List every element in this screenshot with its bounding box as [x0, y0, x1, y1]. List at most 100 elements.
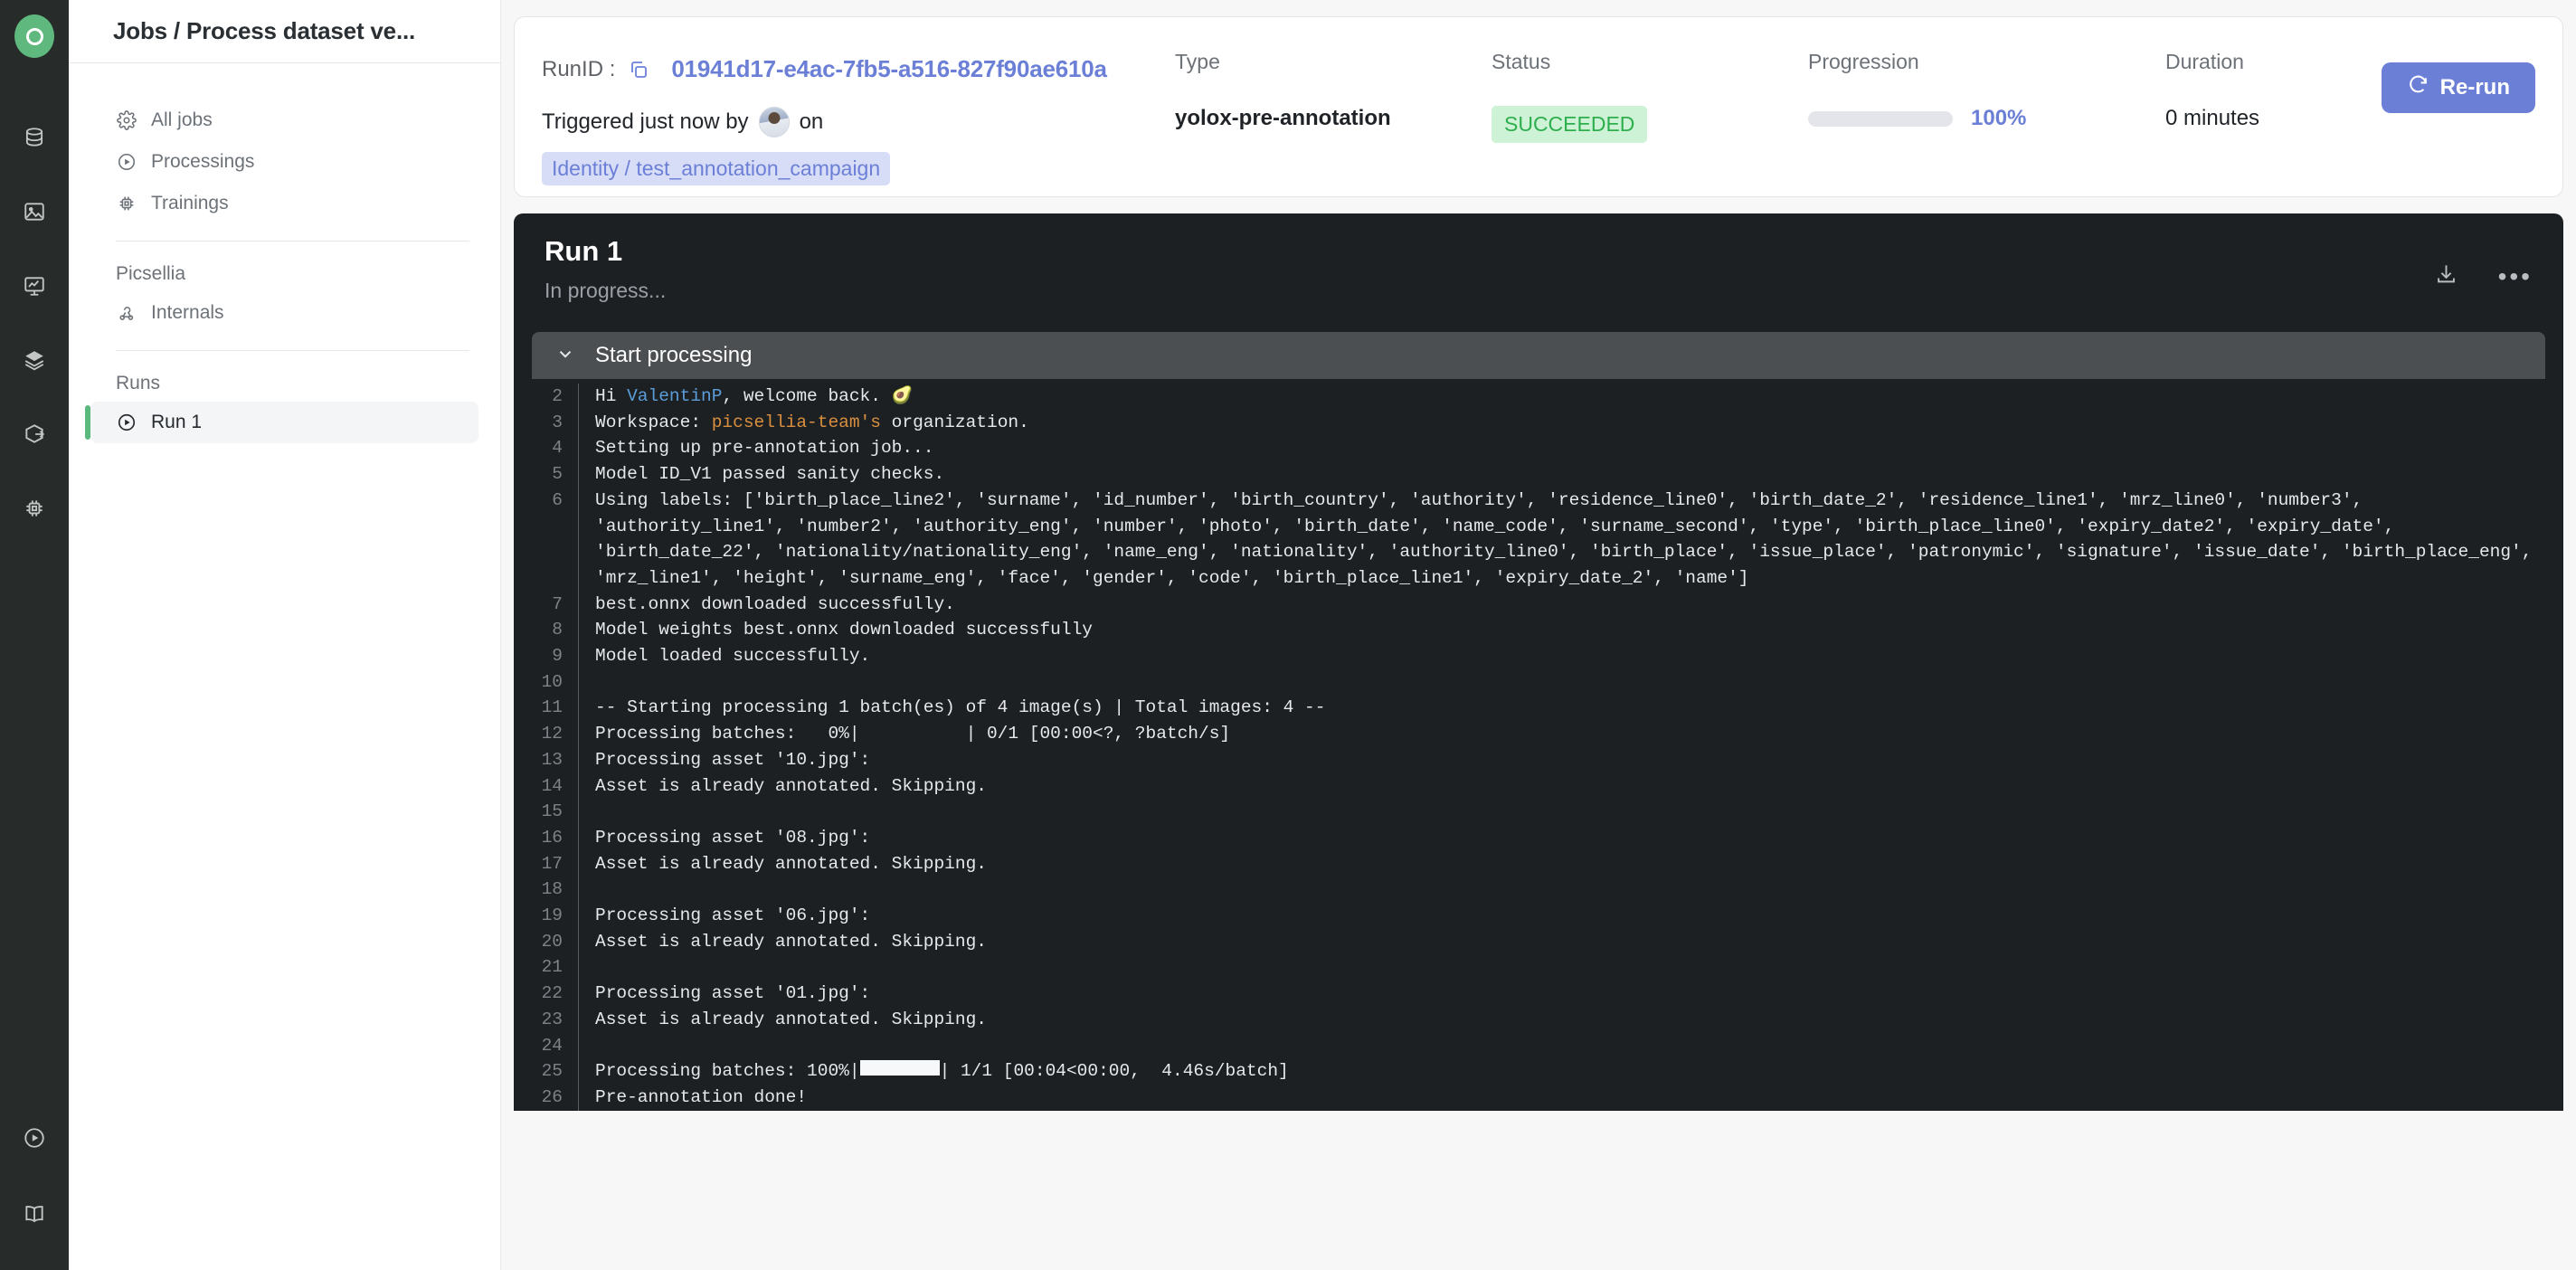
sidebar: Jobs / Process dataset ve... All jobs Pr…: [69, 0, 501, 1270]
sidebar-item-label: Trainings: [151, 193, 229, 213]
log-line-number: 22: [532, 981, 579, 1007]
main-content: RunID : 01941d17-e4ac-7fb5-a516-827f90ae…: [501, 0, 2576, 1270]
refresh-icon: [2407, 73, 2429, 102]
log-token: 🥑: [891, 386, 914, 406]
play-circle-icon[interactable]: [14, 1118, 54, 1158]
log-token: | 1/1 [00:04<00:00, 4.46s/batch]: [939, 1061, 1289, 1082]
log-token: Pre-annotation done!: [595, 1086, 808, 1107]
log-token: Model weights best.onnx downloaded succe…: [595, 620, 1093, 640]
main-inner: RunID : 01941d17-e4ac-7fb5-a516-827f90ae…: [501, 0, 2576, 1111]
rerun-button[interactable]: Re-run: [2381, 62, 2535, 113]
log-line: 21: [532, 954, 2545, 981]
log-line-number: 13: [532, 746, 579, 773]
sidebar-item-internals[interactable]: Internals: [90, 292, 478, 334]
log-line: 25 Processing batches: 100%| | 1/1 [00:04…: [532, 1058, 2545, 1085]
run-subtitle: In progress...: [545, 279, 667, 302]
log-token: organization.: [880, 412, 1029, 432]
sidebar-item-label: All jobs: [151, 109, 213, 130]
log-line: 5 Model ID_V1 passed sanity checks.: [532, 461, 2545, 488]
experiment-chart-icon[interactable]: [14, 266, 54, 306]
log-line: 24: [532, 1032, 2545, 1059]
log-line-number: 7: [532, 591, 579, 618]
log-output: 2 Hi ValentinP, welcome back. 🥑 3 Workspace…: [532, 379, 2545, 1111]
triggered-by-row: Triggered just now by on: [542, 107, 1175, 137]
database-icon[interactable]: [14, 118, 54, 157]
log-token: -- Starting processing 1 batch(es) of 4 …: [595, 697, 1326, 718]
log-line-text: Processing batches: 100%| | 1/1 [00:04<0…: [579, 1058, 1289, 1085]
triggered-suffix: on: [799, 109, 824, 134]
log-line-text: Model weights best.onnx downloaded succe…: [579, 617, 1093, 643]
play-circle-icon: [116, 151, 137, 173]
rerun-label: Re-run: [2439, 75, 2510, 100]
step-start-processing[interactable]: Start processing: [532, 332, 2545, 379]
log-token: Using labels: ['birth_place_line2', 'sur…: [595, 489, 2543, 588]
log-line-text: Processing asset '08.jpg':: [579, 825, 870, 851]
log-line-number: 25: [532, 1058, 579, 1085]
log-line-number: 6: [532, 487, 579, 592]
log-line-text: Asset is already annotated. Skipping.: [579, 929, 987, 955]
sidebar-item-trainings[interactable]: Trainings: [90, 183, 478, 224]
progression-row: 100%: [1808, 106, 2165, 131]
sidebar-divider: [116, 241, 469, 242]
rail-bottom-group: [0, 1118, 69, 1270]
run-header-actions: •••: [2434, 235, 2533, 291]
log-line: 8 Model weights best.onnx downloaded succ…: [532, 617, 2545, 644]
log-line-text: Model loaded successfully.: [579, 643, 870, 669]
log-line: 11 -- Starting processing 1 batch(es) of …: [532, 695, 2545, 722]
identity-chip[interactable]: Identity / test_annotation_campaign: [542, 152, 891, 185]
log-line: 19 Processing asset '06.jpg':: [532, 903, 2545, 929]
run-title: Run 1: [545, 235, 623, 267]
log-line-text: [579, 669, 595, 696]
sidebar-item-processings[interactable]: Processings: [90, 141, 478, 183]
triggered-prefix: Triggered just now by: [542, 109, 749, 134]
deployment-box-icon[interactable]: [14, 414, 54, 454]
log-line-text: [579, 877, 595, 903]
log-line-text: Asset is already annotated. Skipping.: [579, 1007, 987, 1033]
log-line-number: 10: [532, 668, 579, 696]
log-line: 7 best.onnx downloaded successfully.: [532, 591, 2545, 618]
log-line-number: 26: [532, 1084, 579, 1111]
sidebar-item-all-jobs[interactable]: All jobs: [90, 100, 478, 141]
more-options-icon[interactable]: •••: [2498, 264, 2533, 289]
log-token: picsellia-team's: [711, 412, 881, 432]
log-line-text: Asset is already annotated. Skipping.: [579, 851, 987, 877]
book-docs-icon[interactable]: [14, 1194, 54, 1234]
download-icon[interactable]: [2434, 262, 2458, 291]
log-line-text: Asset is already annotated. Skipping.: [579, 773, 987, 800]
log-line-number: 4: [532, 435, 579, 462]
chevron-down-icon[interactable]: [555, 344, 575, 367]
copy-icon[interactable]: [628, 59, 649, 81]
status-header: Status: [1492, 50, 1551, 73]
log-line-number: 24: [532, 1032, 579, 1059]
log-token: Processing batches: 0%| | 0/1 [00:00<?, …: [595, 724, 1231, 744]
log-line-text: Processing asset '06.jpg':: [579, 903, 870, 929]
log-line: 3 Workspace: picsellia-team's organizatio…: [532, 409, 2545, 436]
type-column: Type yolox-pre-annotation: [1175, 44, 1492, 131]
sidebar-group-runs: Runs: [116, 373, 161, 393]
log-line-text: Hi ValentinP, welcome back. 🥑: [579, 384, 913, 410]
avatar: [758, 107, 790, 137]
log-line-number: 16: [532, 824, 579, 851]
log-line: 12 Processing batches: 0%| | 0/1 [00:00<?…: [532, 721, 2545, 747]
log-token: Model ID_V1 passed sanity checks.: [595, 464, 945, 485]
picsellia-logo[interactable]: [14, 14, 54, 58]
log-line: 22 Processing asset '01.jpg':: [532, 981, 2545, 1007]
log-line-text: Processing asset '01.jpg':: [579, 981, 870, 1007]
layers-icon[interactable]: [14, 340, 54, 380]
sidebar-nav: All jobs Processings Trainings Picsellia…: [69, 63, 500, 443]
page-title: Jobs / Process dataset ve...: [113, 17, 416, 44]
runid-value[interactable]: 01941d17-e4ac-7fb5-a516-827f90ae610a: [671, 55, 1107, 83]
log-token: Hi: [595, 386, 628, 406]
image-icon[interactable]: [14, 192, 54, 232]
sidebar-group-picsellia: Picsellia: [116, 263, 186, 284]
log-token: ValentinP: [627, 386, 723, 406]
sidebar-item-label: Run 1: [151, 412, 203, 432]
log-area: Start processing 2 Hi ValentinP, welcome …: [514, 332, 2563, 1111]
log-token: Processing asset '08.jpg':: [595, 827, 871, 848]
chip-icon[interactable]: [14, 488, 54, 528]
log-line: 10: [532, 668, 2545, 696]
sidebar-item-run-1[interactable]: Run 1: [85, 402, 478, 443]
log-line-text: -- Starting processing 1 batch(es) of 4 …: [579, 695, 1325, 721]
log-line: 14 Asset is already annotated. Skipping.: [532, 772, 2545, 800]
webhook-icon: [116, 302, 137, 324]
